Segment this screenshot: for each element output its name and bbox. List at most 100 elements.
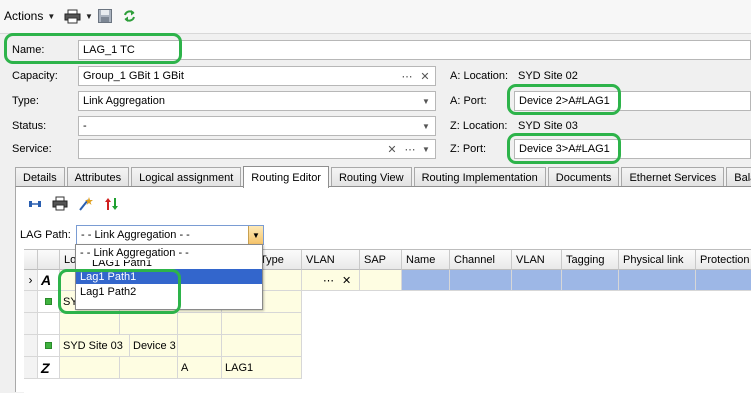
- row-z-device[interactable]: [120, 357, 178, 379]
- tab-documents[interactable]: Documents: [547, 167, 620, 187]
- actions-label: Actions: [4, 9, 44, 23]
- lag-path-dropdown-list: - - Link Aggregation - - LAG1 Path1 Lag1…: [75, 244, 263, 310]
- a-location-value: SYD Site 02: [514, 66, 751, 86]
- lag-path-dropdown-button[interactable]: ▼: [248, 226, 263, 244]
- a-port-label: A: Port:: [450, 95, 487, 107]
- status-select[interactable]: - ▼: [78, 116, 436, 136]
- row-z-location[interactable]: [60, 357, 120, 379]
- type-value: Link Aggregation: [83, 95, 165, 107]
- row-a-protection-cell[interactable]: [696, 270, 751, 291]
- tab-routing-editor[interactable]: Routing Editor: [243, 166, 329, 188]
- chevron-down-icon: ▼: [252, 230, 260, 240]
- browse-more-button[interactable]: ⋯: [399, 67, 415, 85]
- tab-attributes[interactable]: Attributes: [66, 167, 130, 187]
- sort-arrows-icon: [105, 198, 118, 210]
- col-header-physical-link[interactable]: Physical link: [619, 250, 696, 270]
- col-header-channel[interactable]: Channel: [450, 250, 512, 270]
- col-header-name[interactable]: Name: [402, 250, 450, 270]
- chevron-down-icon: ▼: [85, 11, 93, 21]
- actions-menu-button[interactable]: Actions ▼: [4, 5, 55, 27]
- row-a-physical-link-cell[interactable]: [619, 270, 696, 291]
- refresh-button[interactable]: [123, 5, 136, 27]
- browse-more-button[interactable]: ⋯: [323, 274, 334, 287]
- row-3-device[interactable]: [120, 313, 178, 335]
- row-a-tagging-cell[interactable]: [562, 270, 619, 291]
- a-location-label: A: Location:: [450, 70, 509, 82]
- service-field[interactable]: ✕ ⋯ ▼: [78, 139, 436, 159]
- type-label: Type:: [12, 95, 39, 107]
- print-route-button[interactable]: [52, 196, 68, 212]
- tab-routing-implementation[interactable]: Routing Implementation: [413, 167, 546, 187]
- lag-path-option[interactable]: LAG1 Path1: [76, 260, 262, 269]
- name-label: Name:: [12, 44, 45, 56]
- z-port-field[interactable]: Device 3>A#LAG1: [514, 139, 751, 159]
- printer-icon: [64, 9, 81, 23]
- row-indicator-arrow: ›: [24, 270, 38, 291]
- lag-path-option[interactable]: - - Link Aggregation - -: [76, 245, 262, 260]
- lag-path-option[interactable]: Lag1 Path2: [76, 284, 262, 299]
- col-header-vlan-2[interactable]: VLAN: [512, 250, 562, 270]
- clear-button[interactable]: ✕: [385, 140, 399, 158]
- chevron-down-icon[interactable]: ▼: [419, 117, 433, 135]
- chevron-down-icon[interactable]: ▼: [419, 140, 433, 158]
- auto-route-button[interactable]: [78, 196, 94, 212]
- row-4-device[interactable]: Device 3: [130, 335, 178, 357]
- magic-wand-icon: [79, 197, 93, 211]
- status-label: Status:: [12, 120, 47, 132]
- z-location-value: SYD Site 03: [514, 116, 751, 136]
- col-header-sap[interactable]: SAP: [360, 250, 402, 270]
- z-port-value: Device 3>A#LAG1: [519, 143, 610, 155]
- grid-marker-header: [38, 250, 60, 270]
- tab-routing-view[interactable]: Routing View: [330, 167, 412, 187]
- capacity-label: Capacity:: [12, 70, 58, 82]
- row-z-marker: Z: [38, 357, 60, 379]
- capacity-value: Group_1 GBit 1 GBit: [83, 70, 184, 82]
- row-4-lag[interactable]: [222, 335, 302, 357]
- row-header: [24, 357, 38, 379]
- print-button[interactable]: ▼: [64, 5, 93, 27]
- tab-balance[interactable]: Balanc: [726, 167, 751, 187]
- col-header-tagging[interactable]: Tagging: [562, 250, 619, 270]
- col-header-vlan[interactable]: VLAN: [302, 250, 360, 270]
- tab-ethernet-services[interactable]: Ethernet Services: [621, 167, 725, 187]
- floppy-disk-icon: [98, 9, 112, 23]
- save-button[interactable]: [98, 5, 112, 27]
- row-a-channel-cell[interactable]: [450, 270, 512, 291]
- clear-button[interactable]: ✕: [342, 274, 351, 287]
- route-icon: [29, 201, 41, 207]
- row-a-marker: A: [38, 270, 60, 291]
- row-header: [24, 313, 38, 335]
- name-input[interactable]: LAG_1 TC: [78, 40, 751, 60]
- browse-more-button[interactable]: ⋯: [403, 140, 417, 158]
- row-4-location[interactable]: SYD Site 03: [60, 335, 130, 357]
- status-square-icon: [38, 335, 60, 357]
- row-z-port[interactable]: A: [178, 357, 222, 379]
- tab-details[interactable]: Details: [15, 167, 65, 187]
- a-port-field[interactable]: Device 2>A#LAG1: [514, 91, 751, 111]
- sort-button[interactable]: [104, 196, 120, 212]
- lag-path-value: - - Link Aggregation - -: [81, 229, 190, 241]
- row-a-vlan-cell[interactable]: ⋯ ✕: [302, 270, 360, 291]
- z-port-label: Z: Port:: [450, 143, 487, 155]
- tab-logical-assignment[interactable]: Logical assignment: [131, 167, 242, 187]
- capacity-field[interactable]: Group_1 GBit 1 GBit ⋯ ✕: [78, 66, 436, 86]
- row-3-lag[interactable]: [222, 313, 302, 335]
- refresh-icon: [124, 10, 135, 22]
- row-4-port[interactable]: [178, 335, 222, 357]
- row-a-name-cell[interactable]: [402, 270, 450, 291]
- row-3-location[interactable]: [60, 313, 120, 335]
- printer-icon: [52, 196, 68, 211]
- col-header-protection[interactable]: Protection: [696, 250, 751, 270]
- lag-path-select[interactable]: - - Link Aggregation - -: [76, 225, 264, 245]
- row-a-vlan2-cell[interactable]: [512, 270, 562, 291]
- toolbar: Actions ▼ ▼: [0, 0, 751, 34]
- row-a-sap-cell[interactable]: [360, 270, 402, 291]
- route-icon-button[interactable]: [28, 197, 42, 211]
- type-select[interactable]: Link Aggregation ▼: [78, 91, 436, 111]
- clear-button[interactable]: ✕: [417, 67, 433, 85]
- status-square-icon: [38, 291, 60, 313]
- row-3-port[interactable]: [178, 313, 222, 335]
- lag-path-option-selected[interactable]: Lag1 Path1: [76, 269, 262, 284]
- row-z-lag[interactable]: LAG1: [222, 357, 302, 379]
- chevron-down-icon[interactable]: ▼: [419, 92, 433, 110]
